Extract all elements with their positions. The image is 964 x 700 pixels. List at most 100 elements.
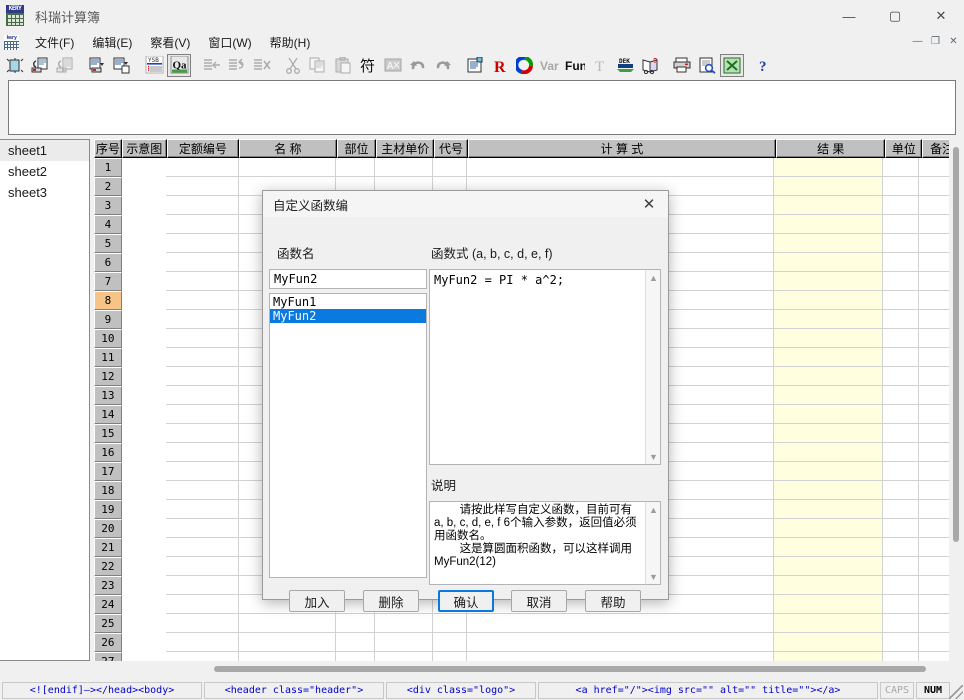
grid-cell[interactable] bbox=[122, 386, 167, 405]
grid-cell[interactable] bbox=[122, 177, 167, 196]
sheet-tab-sheet2[interactable]: sheet2 bbox=[0, 161, 89, 182]
grid-cell[interactable] bbox=[883, 310, 920, 329]
grid-cell[interactable] bbox=[122, 633, 167, 652]
grid-column-header[interactable]: 计 算 式 bbox=[468, 139, 776, 158]
row-header[interactable]: 12 bbox=[94, 367, 122, 386]
grid-column-header[interactable]: 示意图 bbox=[122, 139, 167, 158]
grid-cell[interactable] bbox=[166, 329, 238, 348]
grid-cell[interactable] bbox=[883, 500, 920, 519]
grid-column-header[interactable]: 单位 bbox=[885, 139, 922, 158]
grid-cell[interactable] bbox=[166, 481, 238, 500]
grid-cell[interactable] bbox=[166, 253, 238, 272]
grid-cell[interactable] bbox=[774, 177, 883, 196]
row-header[interactable]: 1 bbox=[94, 158, 122, 177]
row-header[interactable]: 13 bbox=[94, 386, 122, 405]
undo-icon[interactable] bbox=[406, 54, 430, 77]
grid-cell[interactable] bbox=[166, 576, 238, 595]
row-header[interactable]: 14 bbox=[94, 405, 122, 424]
function-name-list[interactable]: MyFun1 MyFun2 bbox=[269, 293, 427, 578]
grid-cell[interactable] bbox=[774, 614, 883, 633]
grid-cell[interactable] bbox=[774, 234, 883, 253]
grid-cell[interactable] bbox=[774, 576, 883, 595]
grid-cell[interactable] bbox=[433, 614, 467, 633]
grid-cell[interactable] bbox=[122, 310, 167, 329]
ok-button[interactable]: 确认 bbox=[438, 590, 494, 612]
grid-cell[interactable] bbox=[122, 158, 167, 177]
row-header[interactable]: 19 bbox=[94, 500, 122, 519]
text-icon[interactable]: T bbox=[588, 54, 612, 77]
table-row[interactable]: 1 bbox=[94, 158, 964, 177]
row-header[interactable]: 26 bbox=[94, 633, 122, 652]
grid-cell[interactable] bbox=[122, 253, 167, 272]
minimize-icon[interactable]: — bbox=[826, 0, 872, 32]
grid-cell[interactable] bbox=[774, 443, 883, 462]
grid-cell[interactable] bbox=[166, 595, 238, 614]
grid-cell[interactable] bbox=[774, 424, 883, 443]
grid-cell[interactable] bbox=[883, 215, 920, 234]
menu-edit[interactable]: 编辑(E) bbox=[83, 32, 141, 53]
properties-icon[interactable] bbox=[463, 54, 487, 77]
grid-cell[interactable] bbox=[122, 652, 167, 661]
vertical-scrollbar-thumb[interactable] bbox=[953, 147, 959, 542]
grid-cell[interactable] bbox=[774, 291, 883, 310]
grid-cell[interactable] bbox=[375, 652, 432, 661]
list-item[interactable]: MyFun2 bbox=[270, 309, 426, 323]
grid-cell[interactable] bbox=[166, 519, 238, 538]
redo-icon[interactable] bbox=[431, 54, 455, 77]
row-header[interactable]: 23 bbox=[94, 576, 122, 595]
grid-cell[interactable] bbox=[774, 652, 883, 661]
grid-cell[interactable] bbox=[122, 329, 167, 348]
book-help-icon[interactable]: ? bbox=[638, 54, 662, 77]
grid-cell[interactable] bbox=[774, 272, 883, 291]
grid-cell[interactable] bbox=[883, 291, 920, 310]
grid-cell[interactable] bbox=[239, 652, 336, 661]
r-red-icon[interactable]: R bbox=[488, 54, 512, 77]
grid-cell[interactable] bbox=[122, 424, 167, 443]
grid-cell[interactable] bbox=[375, 633, 432, 652]
grid-cell[interactable] bbox=[122, 272, 167, 291]
row-header[interactable]: 7 bbox=[94, 272, 122, 291]
grid-cell[interactable] bbox=[375, 614, 432, 633]
close-icon[interactable]: ✕ bbox=[918, 0, 964, 32]
color-wheel-icon[interactable] bbox=[513, 54, 537, 77]
grid-cell[interactable] bbox=[166, 405, 238, 424]
grid-cell[interactable] bbox=[774, 367, 883, 386]
resize-grip[interactable] bbox=[949, 685, 963, 699]
grid-cell[interactable] bbox=[883, 348, 920, 367]
delete-button[interactable]: 删除 bbox=[363, 590, 419, 612]
grid-cell[interactable] bbox=[467, 614, 774, 633]
insert-row-before-icon[interactable] bbox=[199, 54, 223, 77]
row-header[interactable]: 18 bbox=[94, 481, 122, 500]
grid-cell[interactable] bbox=[433, 158, 467, 177]
grid-cell[interactable] bbox=[166, 158, 238, 177]
grid-cell[interactable] bbox=[122, 234, 167, 253]
grid-cell[interactable] bbox=[166, 557, 238, 576]
grid-cell[interactable] bbox=[467, 633, 774, 652]
grid-cell[interactable] bbox=[883, 576, 920, 595]
horizontal-scrollbar-thumb[interactable] bbox=[214, 666, 926, 672]
mdi-close-icon[interactable]: ✕ bbox=[945, 34, 962, 49]
scroll-up-icon[interactable]: ▲ bbox=[646, 270, 661, 285]
grid-cell[interactable] bbox=[122, 595, 167, 614]
grid-cell[interactable] bbox=[774, 538, 883, 557]
grid-cell[interactable] bbox=[883, 557, 920, 576]
grid-cell[interactable] bbox=[239, 614, 336, 633]
grid-cell[interactable] bbox=[122, 614, 167, 633]
grid-cell[interactable] bbox=[122, 443, 167, 462]
function-name-input[interactable]: MyFun2 bbox=[269, 269, 427, 289]
scroll-up-icon[interactable]: ▲ bbox=[646, 502, 661, 517]
menu-view[interactable]: 察看(V) bbox=[141, 32, 199, 53]
grid-cell[interactable] bbox=[122, 576, 167, 595]
mdi-minimize-icon[interactable]: — bbox=[909, 34, 926, 49]
table-row[interactable]: 25 bbox=[94, 614, 964, 633]
grid-cell[interactable] bbox=[883, 633, 920, 652]
paste-icon[interactable] bbox=[331, 54, 355, 77]
print-preview-icon[interactable] bbox=[695, 54, 719, 77]
row-header[interactable]: 25 bbox=[94, 614, 122, 633]
row-header[interactable]: 3 bbox=[94, 196, 122, 215]
row-header[interactable]: 6 bbox=[94, 253, 122, 272]
grid-column-header[interactable]: 名 称 bbox=[239, 139, 336, 158]
grid-column-header[interactable]: 代号 bbox=[434, 139, 468, 158]
row-header[interactable]: 9 bbox=[94, 310, 122, 329]
grid-cell[interactable] bbox=[375, 158, 432, 177]
